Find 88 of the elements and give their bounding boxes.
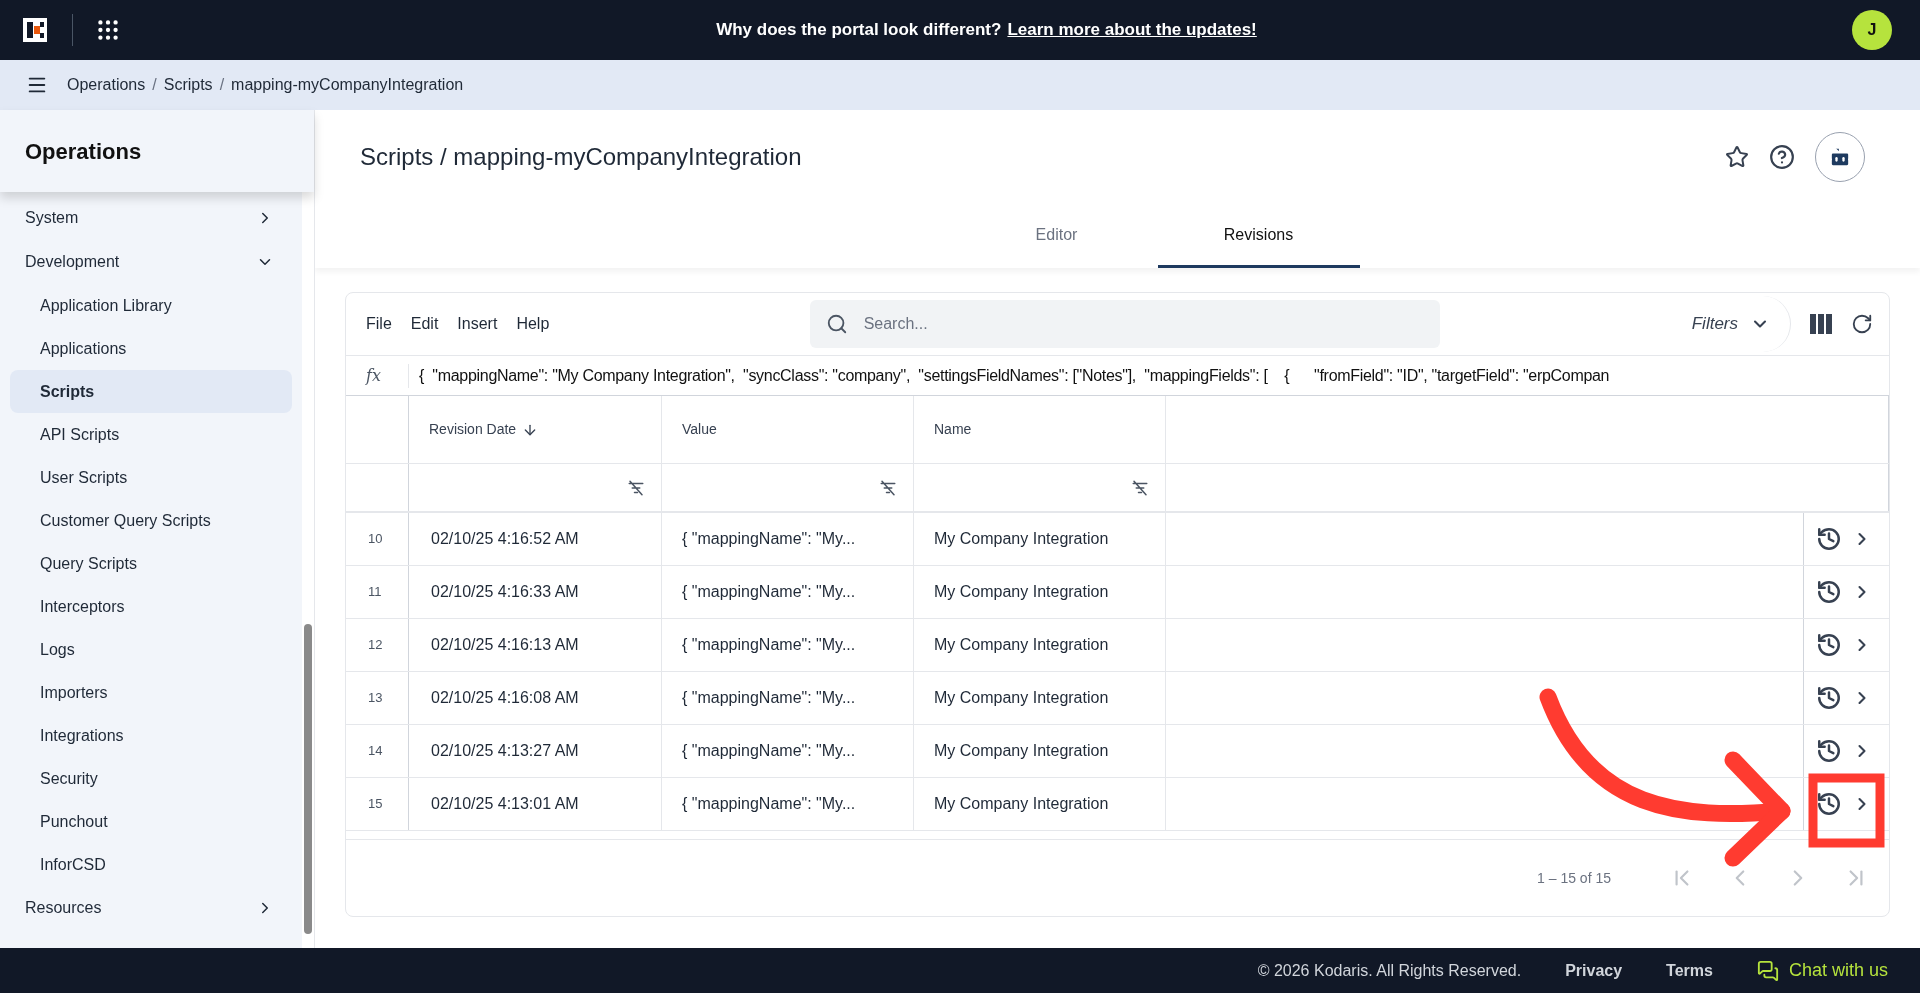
restore-history-icon[interactable]: [1816, 685, 1842, 711]
help-icon[interactable]: [1769, 144, 1795, 170]
sidebar-item[interactable]: Integrations: [10, 714, 292, 757]
filter-off-icon[interactable]: [1131, 478, 1149, 497]
filter-off-icon[interactable]: [879, 478, 897, 497]
table-cell: My Company Integration: [914, 725, 1166, 777]
sidebar-item[interactable]: InforCSD: [10, 843, 292, 886]
table-cell: { "mappingName": "My...: [662, 513, 914, 565]
footer-link[interactable]: Terms: [1666, 958, 1713, 983]
table-cell: { "mappingName": "My...: [662, 619, 914, 671]
menu-item[interactable]: File: [366, 312, 392, 336]
assistant-button[interactable]: [1815, 132, 1865, 182]
banner-link[interactable]: Learn more about the updates!: [1007, 17, 1257, 43]
refresh-icon[interactable]: [1851, 313, 1873, 335]
sidebar-item[interactable]: Security: [10, 757, 292, 800]
sidebar-title: Operations: [25, 137, 142, 166]
restore-history-icon[interactable]: [1816, 791, 1842, 817]
column-header[interactable]: Name: [914, 396, 1166, 463]
user-avatar[interactable]: J: [1852, 10, 1892, 50]
table-cell: 02/10/25 4:16:33 AM: [409, 566, 662, 618]
sidebar-item[interactable]: Logs: [10, 628, 292, 671]
row-number: 10: [346, 513, 409, 565]
table-cell: My Company Integration: [914, 566, 1166, 618]
filter-off-icon[interactable]: [627, 478, 645, 497]
restore-history-icon[interactable]: [1816, 526, 1842, 552]
tab[interactable]: Editor: [955, 204, 1158, 268]
sidebar-group[interactable]: Resources: [10, 886, 292, 930]
search-field[interactable]: Search...: [809, 300, 1440, 348]
menu-item[interactable]: Insert: [457, 312, 498, 336]
sidebar-item[interactable]: Query Scripts: [10, 542, 292, 585]
sidebar-item[interactable]: API Scripts: [10, 413, 292, 456]
page-title: Scripts / mapping-myCompanyIntegration: [360, 142, 802, 172]
search-icon: [825, 313, 848, 335]
row-number: 12: [346, 619, 409, 671]
sidebar-item[interactable]: Importers: [10, 671, 292, 714]
sidebar-group[interactable]: Development: [10, 240, 292, 284]
apps-grid-icon[interactable]: [95, 17, 121, 43]
table-cell: 02/10/25 4:13:27 AM: [409, 725, 662, 777]
table-cell: 02/10/25 4:16:13 AM: [409, 619, 662, 671]
tab[interactable]: Revisions: [1157, 204, 1360, 268]
breadcrumb-separator: /: [219, 75, 225, 95]
sidebar-item[interactable]: Application Library: [10, 284, 292, 327]
restore-history-icon[interactable]: [1816, 579, 1842, 605]
row-number: 15: [346, 778, 409, 830]
breadcrumb-separator: /: [152, 75, 157, 95]
star-icon[interactable]: [1725, 145, 1749, 169]
menu-item[interactable]: Help: [516, 312, 550, 336]
footer-link[interactable]: Privacy: [1565, 958, 1623, 983]
formula-label: fx: [366, 364, 382, 387]
breadcrumb-link[interactable]: Operations: [67, 73, 146, 97]
chat-button[interactable]: Chat with us: [1756, 957, 1888, 984]
sidebar-item[interactable]: Customer Query Scripts: [10, 499, 292, 542]
column-header[interactable]: Revision Date: [409, 396, 662, 463]
sidebar-item[interactable]: Scripts: [10, 370, 292, 413]
logo-icon[interactable]: [20, 15, 50, 45]
scrollbar-thumb[interactable]: [304, 624, 312, 934]
restore-history-icon[interactable]: [1816, 632, 1842, 658]
table-cell: { "mappingName": "My...: [662, 778, 914, 830]
sidebar-item[interactable]: Interceptors: [10, 585, 292, 628]
table-cell: { "mappingName": "My...: [662, 672, 914, 724]
menu-item[interactable]: Edit: [410, 312, 439, 336]
pagination-summary: 1 – 15 of 15: [1537, 868, 1611, 888]
table-cell: 02/10/25 4:16:52 AM: [409, 513, 662, 565]
row-number: 13: [346, 672, 409, 724]
table-cell: My Company Integration: [914, 672, 1166, 724]
breadcrumb-link[interactable]: Scripts: [163, 73, 213, 97]
column-header[interactable]: Value: [662, 396, 914, 463]
copyright-text: © 2026 Kodaris. All Rights Reserved.: [1257, 960, 1522, 981]
table-cell: My Company Integration: [914, 619, 1166, 671]
banner-text: Why does the portal look different?: [716, 19, 1002, 42]
table-cell: My Company Integration: [914, 513, 1166, 565]
sidebar-group[interactable]: System: [10, 196, 292, 240]
table-cell: { "mappingName": "My...: [662, 725, 914, 777]
sidebar-item[interactable]: Punchout: [10, 800, 292, 843]
row-number: 11: [346, 566, 409, 618]
filters-dropdown[interactable]: Filters: [1666, 296, 1791, 352]
table-cell: { "mappingName": "My...: [662, 566, 914, 618]
breadcrumb-link[interactable]: mapping-myCompanyIntegration: [231, 73, 464, 97]
table-cell: 02/10/25 4:16:08 AM: [409, 672, 662, 724]
restore-history-icon[interactable]: [1816, 738, 1842, 764]
sidebar-item[interactable]: Applications: [10, 327, 292, 370]
table-cell: 02/10/25 4:13:01 AM: [409, 778, 662, 830]
sidebar-item[interactable]: User Scripts: [10, 456, 292, 499]
table-cell: My Company Integration: [914, 778, 1166, 830]
formula-text[interactable]: { "mappingName": "My Company Integration", "syncClass": "company", "settingsFieldNames": ["Notes"], "mappingFields": [ { "fromField": "ID", "targetField": "erpCompan: [408, 363, 1610, 388]
chat-bubbles-icon: [1756, 959, 1779, 982]
columns-icon[interactable]: [1810, 314, 1832, 334]
row-number: 14: [346, 725, 409, 777]
